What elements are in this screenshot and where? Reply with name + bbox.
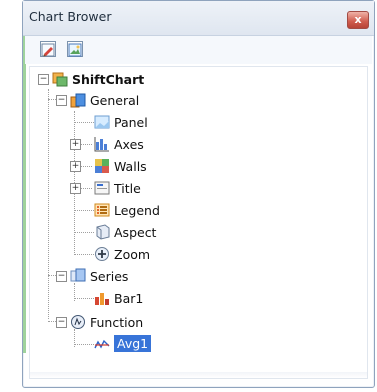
- tree-node-title[interactable]: + Title: [70, 178, 274, 198]
- tree-label: Series: [90, 269, 129, 284]
- avg-function-icon: [94, 336, 110, 352]
- zoom-icon: [94, 246, 110, 262]
- tree-label: Legend: [114, 203, 160, 218]
- tree-label: Axes: [114, 137, 144, 152]
- axes-icon: [94, 136, 110, 152]
- close-button[interactable]: x: [347, 11, 369, 29]
- tree-node-general[interactable]: − General: [56, 90, 256, 110]
- collapse-icon[interactable]: −: [56, 95, 67, 106]
- image-icon: [67, 41, 83, 57]
- function-icon: [70, 314, 86, 330]
- walls-icon: [94, 158, 110, 174]
- tree-label: Function: [90, 315, 144, 330]
- tree-label: General: [90, 93, 140, 108]
- tree-node-bar1[interactable]: Bar1: [94, 288, 294, 308]
- tree-node-avg1[interactable]: Avg1: [94, 334, 294, 354]
- tree-node-aspect[interactable]: Aspect: [94, 222, 294, 242]
- collapse-icon[interactable]: −: [38, 74, 49, 85]
- aspect-icon: [94, 224, 110, 240]
- panel-icon: [94, 114, 110, 130]
- tree-bottom-edge: [30, 372, 367, 378]
- tree-node-shiftchart[interactable]: − ShiftChart: [32, 69, 232, 89]
- expand-icon[interactable]: +: [70, 139, 81, 150]
- tree-node-panel[interactable]: Panel: [94, 112, 294, 132]
- image-button[interactable]: [66, 40, 84, 58]
- chart-app-icon: [52, 71, 68, 87]
- tree-label: Aspect: [114, 225, 157, 240]
- tree-label: Walls: [114, 159, 147, 174]
- tree-node-axes[interactable]: + Axes: [70, 134, 274, 154]
- expand-icon[interactable]: +: [70, 183, 81, 194]
- expand-icon[interactable]: +: [70, 161, 81, 172]
- tree-node-legend[interactable]: Legend: [94, 200, 294, 220]
- tree-label: Bar1: [114, 291, 144, 306]
- edit-icon: [40, 41, 56, 57]
- tree-node-series[interactable]: − Series: [56, 266, 256, 286]
- tree-label-selected: Avg1: [114, 335, 152, 352]
- edit-button[interactable]: [39, 40, 57, 58]
- collapse-icon[interactable]: −: [56, 271, 67, 282]
- tree-node-function[interactable]: − Function: [56, 312, 256, 332]
- tree-label: Zoom: [114, 247, 151, 262]
- left-accent-strip: [23, 35, 26, 353]
- tree-node-walls[interactable]: + Walls: [70, 156, 274, 176]
- title-bar: Chart Brower x: [23, 1, 374, 36]
- window-title: Chart Brower: [29, 9, 112, 24]
- title-icon: [94, 180, 110, 196]
- series-folder-icon: [70, 268, 86, 284]
- general-folder-icon: [70, 92, 86, 108]
- legend-icon: [94, 202, 110, 218]
- chart-tree: − ShiftChart − General Panel + Axes + Wa…: [29, 66, 368, 379]
- toolbar: [25, 36, 372, 64]
- collapse-icon[interactable]: −: [56, 317, 67, 328]
- tree-label: Panel: [114, 115, 148, 130]
- tree-label: ShiftChart: [72, 72, 145, 87]
- tree-node-zoom[interactable]: Zoom: [94, 244, 294, 264]
- tree-label: Title: [114, 181, 141, 196]
- close-icon: x: [354, 13, 362, 26]
- chart-browser-window: Chart Brower x − ShiftChart − General Pa…: [22, 0, 375, 388]
- bar-series-icon: [94, 290, 110, 306]
